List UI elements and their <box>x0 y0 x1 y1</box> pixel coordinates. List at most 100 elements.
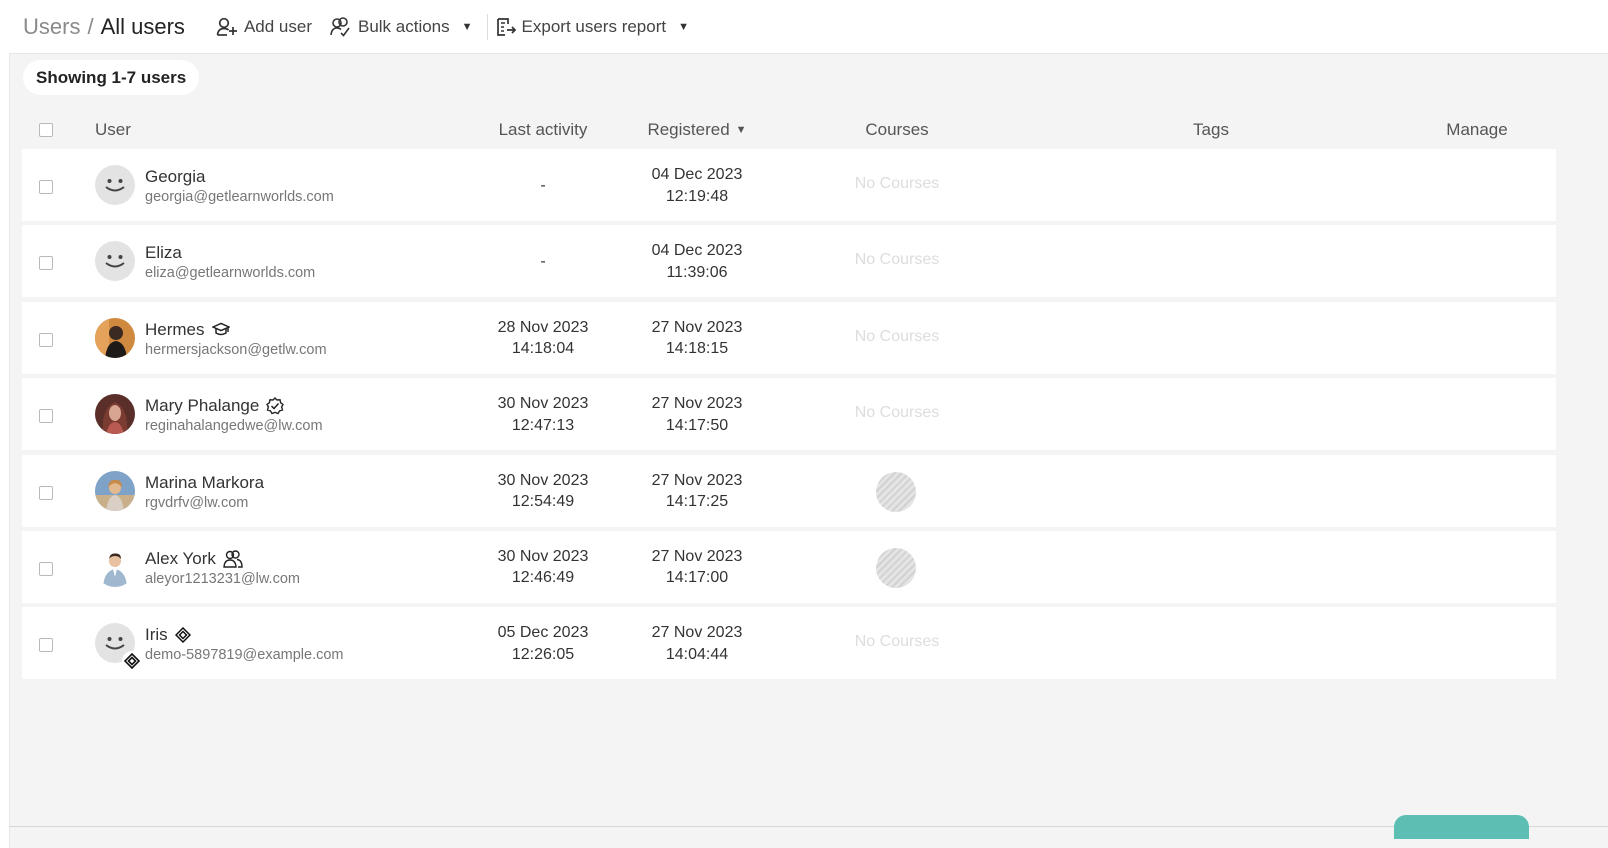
last-activity-date: 30 Nov 2023 <box>497 471 589 489</box>
table-row[interactable]: Iris demo-5897819@example.com 05 Dec 202… <box>22 607 1556 680</box>
user-photo-icon <box>95 546 135 587</box>
breadcrumb-users-link[interactable]: Users <box>23 14 80 40</box>
graduation-cap-icon <box>211 322 230 338</box>
last-activity-date: - <box>540 177 546 194</box>
row-checkbox[interactable] <box>39 561 53 576</box>
row-checkbox[interactable] <box>39 256 53 271</box>
bulk-actions-dropdown[interactable]: Bulk actions ▼ <box>330 17 473 37</box>
user-email: rgvdrfv@lw.com <box>145 494 249 511</box>
column-header-registered: Registered <box>647 120 730 139</box>
registered-date: 27 Nov 2023 <box>651 318 743 336</box>
table-row[interactable]: Alex York aleyor1213231@lw.com 30 Nov 20… <box>22 530 1556 603</box>
no-courses-text: No Courses <box>854 633 940 651</box>
user-name: Alex York <box>145 548 216 568</box>
row-checkbox[interactable] <box>39 332 53 347</box>
table-row[interactable]: Hermes hermersjackson@getlw.com 28 Nov 2… <box>22 301 1556 374</box>
table-row[interactable]: Mary Phalange reginahalangedwe@lw.com 30… <box>22 378 1556 451</box>
row-checkbox[interactable] <box>39 409 53 424</box>
registered-date: 27 Nov 2023 <box>651 547 743 565</box>
left-edge <box>0 0 10 848</box>
last-activity-cell: 28 Nov 2023 14:18:04 <box>488 317 598 360</box>
add-user-label: Add user <box>243 16 312 36</box>
breadcrumb: Users / All users <box>23 14 185 40</box>
add-user-button[interactable]: Add user <box>216 17 312 37</box>
add-user-icon <box>216 17 237 36</box>
column-header-courses: Courses <box>865 120 929 139</box>
avatar[interactable] <box>95 394 135 435</box>
showing-count-badge: Showing 1-7 users <box>23 60 200 95</box>
registered-date: 04 Dec 2023 <box>651 166 743 183</box>
chevron-down-icon: ▼ <box>461 20 473 33</box>
diamond-logo-icon <box>124 653 140 670</box>
table-row[interactable]: Eliza eliza@getlearnworlds.com - 04 Dec … <box>22 225 1556 298</box>
user-name-link[interactable]: Alex York <box>145 549 243 569</box>
last-activity-date: 05 Dec 2023 <box>497 624 589 642</box>
last-activity-date: 30 Nov 2023 <box>497 547 589 565</box>
row-checkbox[interactable] <box>39 638 53 653</box>
avatar[interactable] <box>95 241 135 282</box>
table-row[interactable]: Marina Markora rgvdrfv@lw.com 30 Nov 202… <box>22 454 1556 527</box>
user-name-link[interactable]: Mary Phalange <box>145 396 285 416</box>
column-header-user[interactable]: User <box>95 111 131 149</box>
last-activity-cell: 30 Nov 2023 12:46:49 <box>488 546 598 589</box>
breadcrumb-separator: / <box>87 13 94 39</box>
user-name-link[interactable]: Eliza <box>145 243 182 263</box>
column-header-registered-sort[interactable]: Registered ▼ <box>642 111 752 149</box>
no-courses-text: No Courses <box>854 404 940 422</box>
diamond-logo-icon <box>174 627 191 644</box>
export-users-report-label: Export users report <box>521 16 667 36</box>
row-checkbox[interactable] <box>39 180 53 194</box>
user-name-link[interactable]: Marina Markora <box>145 473 264 493</box>
no-courses-text: No Courses <box>854 327 940 345</box>
sort-down-icon: ▼ <box>735 124 747 136</box>
user-name-link[interactable]: Iris <box>145 625 191 645</box>
user-photo-icon <box>95 394 135 435</box>
last-activity-time: 12:46:49 <box>511 569 575 587</box>
avatar[interactable] <box>95 470 135 511</box>
course-thumbnail[interactable] <box>876 471 916 512</box>
users-table-body: Georgia georgia@getlearnworlds.com - 04 … <box>22 149 1556 684</box>
registered-cell: 27 Nov 2023 14:18:15 <box>642 317 752 360</box>
registered-time: 14:17:00 <box>665 569 729 587</box>
registered-time: 14:17:50 <box>665 416 729 434</box>
user-name: Marina Markora <box>145 472 265 492</box>
floating-action-button[interactable] <box>1394 815 1529 839</box>
last-activity-time: 14:18:04 <box>511 340 575 358</box>
last-activity-cell: 30 Nov 2023 12:47:13 <box>488 393 598 436</box>
verified-badge-icon <box>266 397 285 415</box>
last-activity-date: - <box>540 253 546 271</box>
registered-cell: 27 Nov 2023 14:17:25 <box>642 470 752 513</box>
no-courses-text: No Courses <box>854 175 940 192</box>
last-activity-cell: - <box>488 175 598 197</box>
last-activity-date: 28 Nov 2023 <box>497 318 589 336</box>
select-all-cell <box>39 111 53 149</box>
column-header-last-activity[interactable]: Last activity <box>488 111 598 149</box>
row-checkbox[interactable] <box>39 485 53 500</box>
top-bar: Users / All users Add user Bulk actions … <box>9 0 1608 54</box>
avatar[interactable] <box>95 546 135 587</box>
toolbar-divider <box>486 13 488 40</box>
avatar[interactable] <box>95 317 135 358</box>
user-email: demo-5897819@example.com <box>145 647 344 664</box>
column-header-tags: Tags <box>1193 120 1229 139</box>
registered-date: 27 Nov 2023 <box>651 471 743 489</box>
column-header-manage: Manage <box>1446 120 1508 139</box>
registered-cell: 04 Dec 2023 11:39:06 <box>642 240 752 283</box>
users-group-icon <box>223 550 243 568</box>
select-all-checkbox[interactable] <box>39 123 53 137</box>
user-photo-icon <box>95 470 135 511</box>
table-row[interactable]: Georgia georgia@getlearnworlds.com - 04 … <box>22 149 1556 221</box>
export-users-report-dropdown[interactable]: Export users report ▼ <box>496 17 689 37</box>
user-email: reginahalangedwe@lw.com <box>145 418 323 435</box>
avatar[interactable] <box>95 165 135 205</box>
user-name-link[interactable]: Georgia <box>145 167 205 187</box>
user-email: hermersjackson@getlw.com <box>145 341 327 358</box>
course-thumbnail[interactable] <box>876 547 916 588</box>
user-name: Eliza <box>145 243 182 263</box>
user-name-link[interactable]: Hermes <box>145 320 230 340</box>
user-name: Georgia <box>145 167 206 186</box>
registered-time: 14:17:25 <box>665 493 729 511</box>
last-activity-time: 12:47:13 <box>511 416 575 434</box>
bulk-users-icon <box>330 16 350 37</box>
registered-date: 04 Dec 2023 <box>651 242 743 260</box>
